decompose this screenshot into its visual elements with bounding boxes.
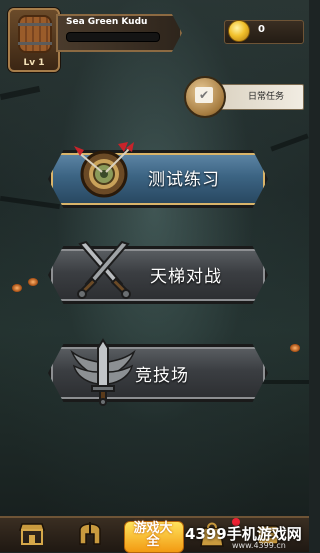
checkmark-icon: ✔ <box>195 87 213 103</box>
gold-coin-icon <box>228 20 250 42</box>
arena-label: 竞技场 <box>135 366 189 386</box>
player-avatar[interactable]: Lv 1 <box>8 8 60 72</box>
experience-bar <box>66 32 160 42</box>
winged-sword-icon <box>70 338 136 406</box>
daily-task-button[interactable]: ✔ 日常任务 <box>184 76 304 118</box>
helmet-icon[interactable] <box>70 516 110 550</box>
daily-task-badge: ✔ <box>184 76 226 118</box>
player-name: Sea Green Kudu <box>66 17 148 27</box>
crossed-swords-icon <box>77 240 131 299</box>
daily-task-label: 日常任务 <box>248 92 285 102</box>
practice-label: 测试练习 <box>148 170 220 190</box>
promo-text: 游戏大全 <box>133 521 173 549</box>
target-arrows-icon <box>74 142 134 198</box>
barrel-avatar-icon <box>18 15 52 53</box>
player-level: Lv 1 <box>23 58 45 68</box>
shop-icon[interactable] <box>12 516 52 550</box>
coin-value: 0 <box>258 24 265 35</box>
ladder-battle-label: 天梯对战 <box>150 267 222 287</box>
watermark-url: www.4399.cn <box>232 541 286 550</box>
